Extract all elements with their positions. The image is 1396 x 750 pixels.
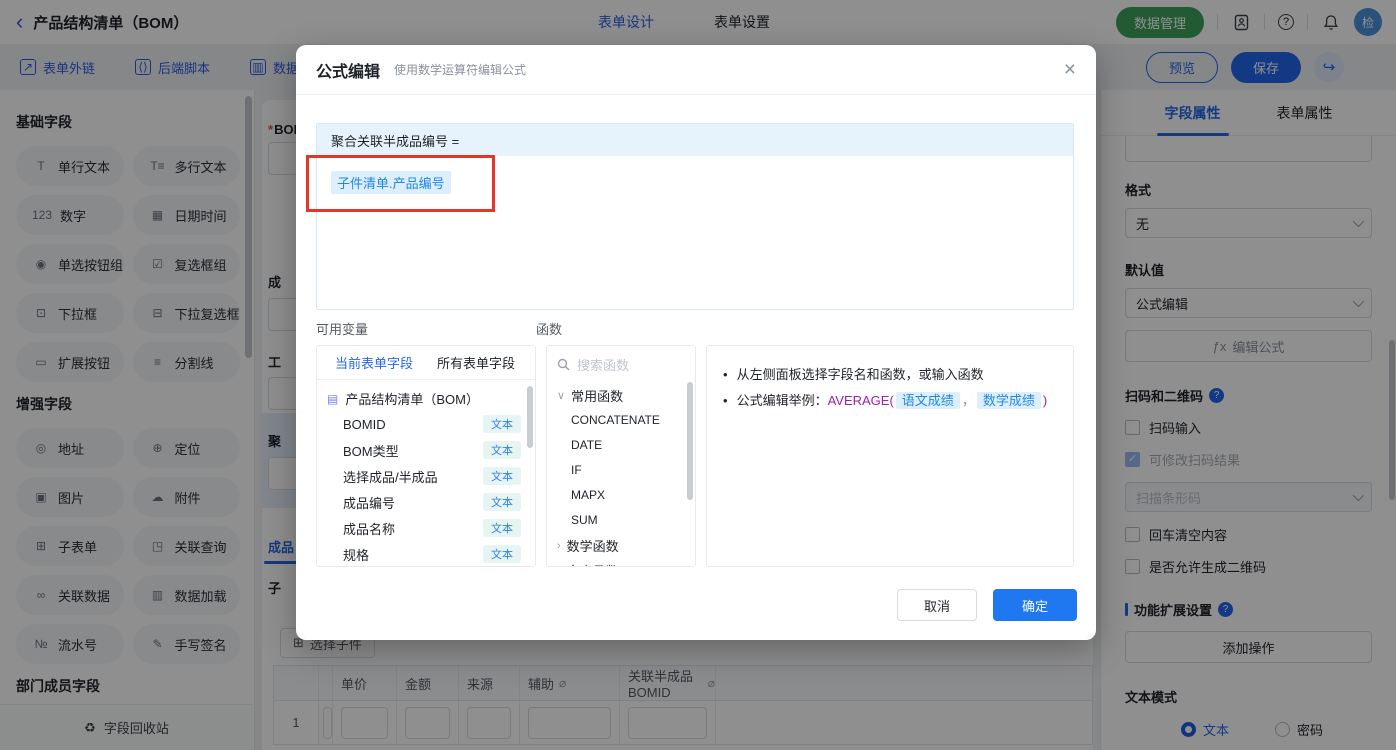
variable-name: BOM类型 [343,443,399,459]
example-field-chip: 语文成绩 [895,392,960,409]
help-line-1: • 从左侧面板选择字段名和函数，或输入函数 [723,364,1057,385]
functions-label: 函数 [536,322,563,337]
example-field-chip: 数学成绩 [976,392,1041,409]
close-icon[interactable]: × [1064,59,1076,80]
search-placeholder: 搜索函数 [577,358,630,373]
variables-list: BOMID 文本 BOM类型 文本 选择成品/半成品 文本 成品编号 文本 成品… [317,411,535,566]
variable-name: 选择成品/半成品 [343,469,438,485]
function-search[interactable]: 搜索函数 [547,346,695,383]
function-group[interactable]: › 文本函数 [547,558,695,567]
variables-tree-root[interactable]: ▤ 产品结构清单（BOM） [317,380,535,411]
functions-panel: 搜索函数 ∨ 常用函数 CONCATENATE DATE IF MAPX SUM… [546,345,696,567]
variable-type-badge: 文本 [483,441,521,459]
form-doc-icon: ▤ [327,391,339,406]
variable-item[interactable]: BOMID 文本 [317,411,535,437]
chevron-expanded-icon: ∨ [557,390,566,402]
variable-item[interactable]: 规格 文本 [317,541,535,566]
variable-type-badge: 文本 [483,415,521,433]
bullet-icon: • [723,367,728,382]
function-item[interactable]: SUM [547,508,695,533]
variables-label: 可用变量 [316,322,369,337]
example-function-name: AVERAGE( [827,393,894,408]
function-items: CONCATENATE DATE IF MAPX SUM [547,408,695,533]
variable-name: 成品名称 [343,521,396,537]
variable-item[interactable]: 成品编号 文本 [317,489,535,515]
function-item[interactable]: IF [547,458,695,483]
tab-current-form-fields[interactable]: 当前表单字段 [335,353,413,372]
variable-type-badge: 文本 [483,519,521,537]
variable-item[interactable]: 成品名称 文本 [317,515,535,541]
function-item[interactable]: MAPX [547,483,695,508]
variables-tabs: 当前表单字段 所有表单字段 [317,346,535,380]
chevron-collapsed-icon: › [557,539,561,552]
variable-item[interactable]: BOM类型 文本 [317,437,535,463]
cancel-button[interactable]: 取消 [897,589,977,621]
formula-target: 聚合关联半成品编号 = [317,124,1073,156]
modal-header: 公式编辑 使用数学运算符编辑公式 × [296,45,1096,95]
annotation-highlight-box [306,155,495,212]
function-item[interactable]: CONCATENATE [547,408,695,433]
variable-type-badge: 文本 [483,467,521,485]
search-icon [557,358,570,371]
function-group[interactable]: › 数学函数 [547,533,695,558]
variables-panel: 当前表单字段 所有表单字段 ▤ 产品结构清单（BOM） BOMID 文本 BOM… [316,345,536,567]
variable-name: BOMID [343,416,386,432]
functions-scrollbar[interactable] [687,382,693,500]
tab-all-form-fields[interactable]: 所有表单字段 [437,353,515,372]
confirm-button[interactable]: 确定 [993,589,1077,621]
variable-type-badge: 文本 [483,493,521,511]
chevron-collapsed-icon: › [557,565,561,567]
variable-name: 规格 [343,547,370,563]
variables-scrollbar[interactable] [527,386,533,448]
variable-item[interactable]: 选择成品/半成品 文本 [317,463,535,489]
variable-name: 成品编号 [343,495,396,511]
variable-type-badge: 文本 [483,545,521,563]
bullet-icon: • [723,393,728,408]
formula-help-panel: • 从左侧面板选择字段名和函数，或输入函数 • 公式编辑举例：AVERAGE(语… [706,345,1074,567]
formula-edit-modal: 公式编辑 使用数学运算符编辑公式 × 聚合关联半成品编号 = 子件清单.产品编号… [296,45,1096,640]
help-line-2: • 公式编辑举例：AVERAGE(语文成绩，数学成绩) [723,390,1057,411]
function-group-common[interactable]: ∨ 常用函数 [547,383,695,408]
modal-title: 公式编辑 [316,63,381,81]
formula-editor[interactable]: 聚合关联半成品编号 = 子件清单.产品编号 [316,123,1074,310]
function-item[interactable]: DATE [547,433,695,458]
modal-subtitle: 使用数学运算符编辑公式 [394,63,527,77]
function-groups: › 数学函数 › 文本函数 [547,533,695,567]
